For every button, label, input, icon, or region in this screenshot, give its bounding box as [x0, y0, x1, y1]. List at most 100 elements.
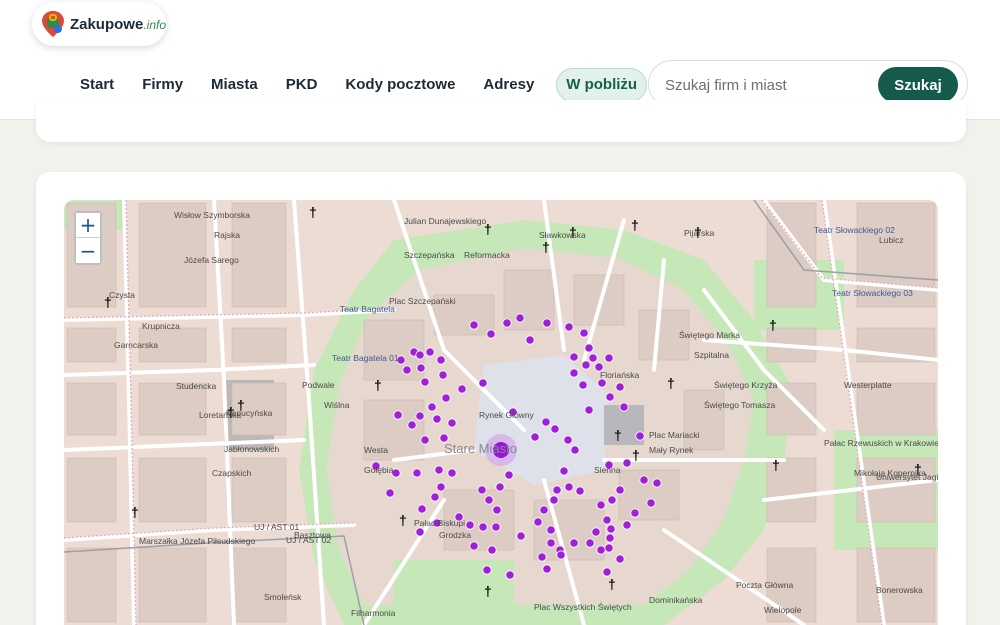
poi-marker[interactable] — [447, 468, 457, 478]
poi-marker[interactable] — [396, 355, 406, 365]
poi-marker[interactable] — [492, 505, 502, 515]
poi-marker[interactable] — [434, 465, 444, 475]
poi-marker[interactable] — [563, 435, 573, 445]
poi-marker[interactable] — [596, 545, 606, 555]
poi-marker[interactable] — [552, 485, 562, 495]
poi-marker[interactable] — [597, 378, 607, 388]
poi-marker[interactable] — [486, 329, 496, 339]
search-input[interactable] — [665, 74, 865, 96]
poi-marker[interactable] — [549, 495, 559, 505]
map-view[interactable]: Stare Miasto Teatr Bagatela Teatr Bagatel… — [64, 200, 938, 625]
poi-marker[interactable] — [533, 517, 543, 527]
poi-marker[interactable] — [604, 460, 614, 470]
poi-marker[interactable] — [427, 402, 437, 412]
poi-marker[interactable] — [415, 350, 425, 360]
poi-marker[interactable] — [622, 458, 632, 468]
poi-marker[interactable] — [417, 504, 427, 514]
poi-marker[interactable] — [416, 363, 426, 373]
poi-marker[interactable] — [436, 355, 446, 365]
poi-marker[interactable] — [457, 384, 467, 394]
poi-marker[interactable] — [579, 328, 589, 338]
poi-marker[interactable] — [564, 322, 574, 332]
poi-marker[interactable] — [537, 552, 547, 562]
poi-marker[interactable] — [607, 495, 617, 505]
poi-marker[interactable] — [605, 392, 615, 402]
poi-marker[interactable] — [478, 522, 488, 532]
poi-marker[interactable] — [585, 538, 595, 548]
poi-marker[interactable] — [447, 418, 457, 428]
poi-marker[interactable] — [407, 420, 417, 430]
poi-marker[interactable] — [569, 352, 579, 362]
poi-marker[interactable] — [484, 495, 494, 505]
poi-marker[interactable] — [482, 565, 492, 575]
poi-marker[interactable] — [619, 402, 629, 412]
poi-marker[interactable] — [495, 482, 505, 492]
poi-marker[interactable] — [596, 500, 606, 510]
poi-marker[interactable] — [402, 365, 412, 375]
poi-marker[interactable] — [605, 533, 615, 543]
poi-marker[interactable] — [439, 433, 449, 443]
zoom-in-button[interactable]: + — [76, 213, 100, 238]
poi-marker[interactable] — [630, 508, 640, 518]
poi-marker[interactable] — [584, 405, 594, 415]
nav-item-pkd[interactable]: PKD — [272, 68, 332, 102]
poi-marker[interactable] — [556, 550, 566, 560]
poi-marker[interactable] — [569, 368, 579, 378]
poi-marker[interactable] — [504, 470, 514, 480]
poi-marker[interactable] — [615, 554, 625, 564]
nav-item-firmy[interactable]: Firmy — [128, 68, 197, 102]
poi-marker[interactable] — [469, 320, 479, 330]
poi-marker[interactable] — [602, 515, 612, 525]
poi-marker[interactable] — [430, 492, 440, 502]
poi-marker[interactable] — [570, 445, 580, 455]
poi-marker[interactable] — [454, 512, 464, 522]
poi-marker[interactable] — [525, 335, 535, 345]
poi-marker[interactable] — [515, 313, 525, 323]
poi-marker[interactable] — [559, 466, 569, 476]
poi-marker[interactable] — [393, 410, 403, 420]
poi-marker[interactable] — [420, 377, 430, 387]
logo[interactable]: Zakupowe.info — [32, 2, 166, 46]
poi-marker[interactable] — [575, 486, 585, 496]
poi-marker[interactable] — [478, 378, 488, 388]
poi-marker[interactable] — [487, 545, 497, 555]
poi-marker[interactable] — [639, 475, 649, 485]
poi-marker[interactable] — [371, 461, 381, 471]
poi-marker[interactable] — [604, 543, 614, 553]
poi-marker[interactable] — [584, 343, 594, 353]
poi-marker[interactable] — [569, 538, 579, 548]
nav-item-adresy[interactable]: Adresy — [469, 68, 548, 102]
poi-marker[interactable] — [622, 520, 632, 530]
poi-marker[interactable] — [546, 538, 556, 548]
poi-marker[interactable] — [438, 370, 448, 380]
poi-marker[interactable] — [436, 482, 446, 492]
poi-marker[interactable] — [564, 482, 574, 492]
poi-marker[interactable] — [550, 424, 560, 434]
nav-item-miasta[interactable]: Miasta — [197, 68, 272, 102]
poi-marker[interactable] — [491, 522, 501, 532]
poi-marker[interactable] — [391, 468, 401, 478]
poi-marker[interactable] — [546, 525, 556, 535]
poi-marker[interactable] — [502, 318, 512, 328]
poi-marker[interactable] — [441, 393, 451, 403]
poi-marker[interactable] — [542, 318, 552, 328]
poi-marker[interactable] — [646, 498, 656, 508]
poi-marker[interactable] — [635, 431, 645, 441]
poi-marker[interactable] — [385, 488, 395, 498]
poi-marker[interactable] — [602, 567, 612, 577]
poi-marker[interactable] — [415, 411, 425, 421]
poi-marker[interactable] — [425, 347, 435, 357]
poi-marker[interactable] — [505, 570, 515, 580]
nav-item-start[interactable]: Start — [66, 68, 128, 102]
poi-marker[interactable] — [508, 407, 518, 417]
poi-marker[interactable] — [578, 380, 588, 390]
nav-item-kody-pocztowe[interactable]: Kody pocztowe — [331, 68, 469, 102]
poi-marker[interactable] — [591, 527, 601, 537]
poi-marker[interactable] — [465, 520, 475, 530]
poi-marker[interactable] — [615, 382, 625, 392]
poi-marker[interactable] — [412, 468, 422, 478]
poi-marker[interactable] — [542, 564, 552, 574]
search-button[interactable]: Szukaj — [878, 67, 958, 103]
poi-marker[interactable] — [477, 485, 487, 495]
poi-marker[interactable] — [581, 360, 591, 370]
